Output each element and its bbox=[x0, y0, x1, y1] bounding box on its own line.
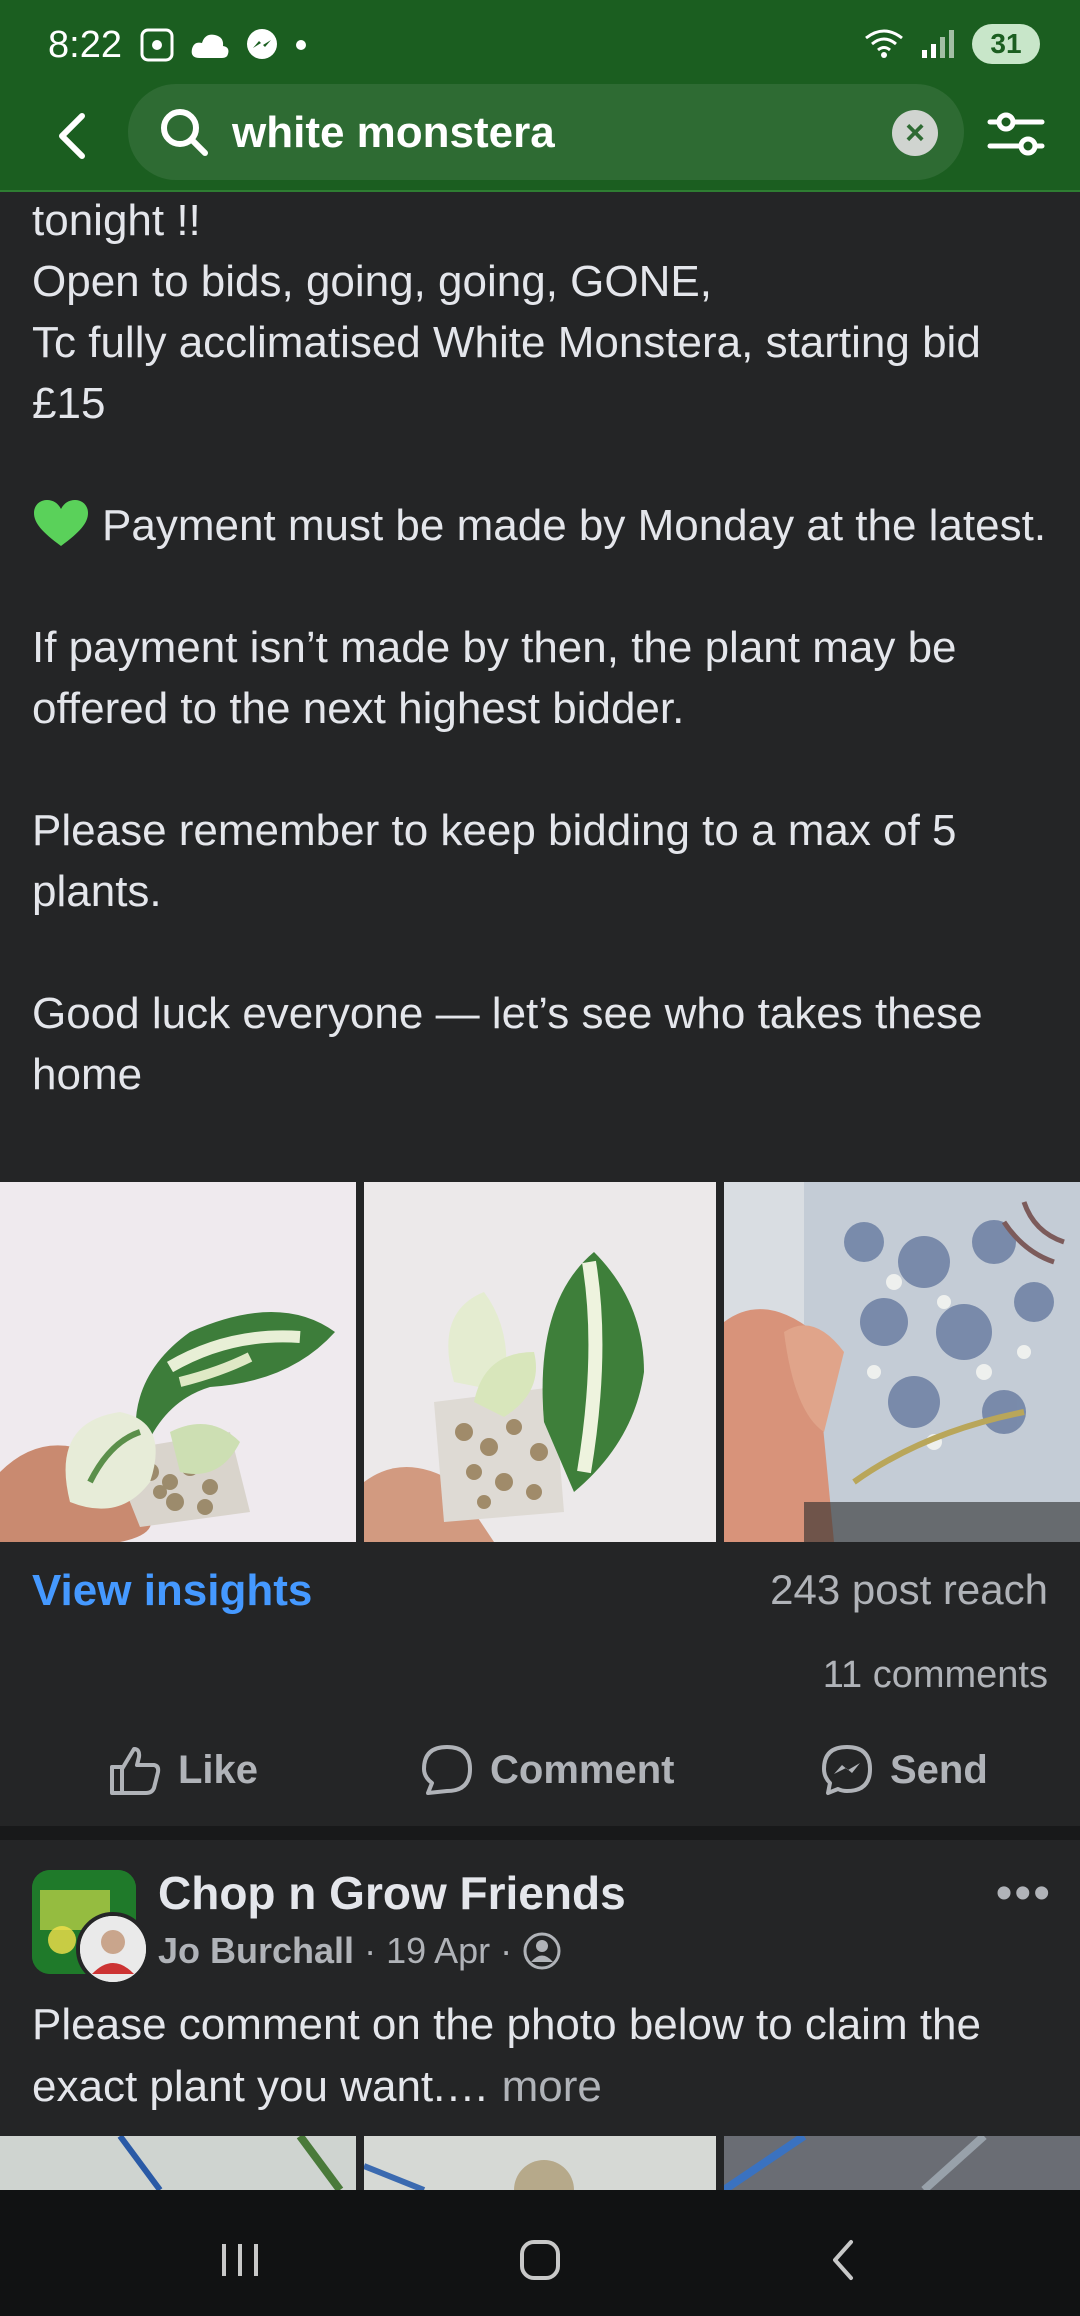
see-more-link[interactable]: more bbox=[502, 2062, 602, 2111]
post-actions: Like Comment Send bbox=[0, 1730, 1080, 1810]
post-photo[interactable] bbox=[0, 1182, 356, 1542]
post-divider bbox=[0, 1826, 1080, 1840]
messenger-icon bbox=[247, 29, 277, 59]
signal-icon bbox=[922, 30, 954, 58]
battery-indicator: 31 bbox=[972, 24, 1040, 64]
next-post-photo[interactable] bbox=[362, 2136, 716, 2220]
post-line: Open to bids, going, going, GONE, bbox=[32, 257, 712, 306]
more-options-icon[interactable]: ••• bbox=[996, 1866, 1052, 1921]
wifi-icon bbox=[865, 29, 903, 58]
search-icon bbox=[161, 109, 208, 156]
messenger-send-icon bbox=[822, 1745, 872, 1795]
user-avatar[interactable] bbox=[76, 1912, 150, 1986]
dot-icon bbox=[296, 40, 306, 50]
like-button[interactable]: Like bbox=[108, 1738, 258, 1802]
post-meta: Jo Burchall · 19 Apr · bbox=[158, 1930, 562, 1972]
comment-button[interactable]: Comment bbox=[420, 1738, 674, 1802]
next-post-photo[interactable] bbox=[0, 2133, 356, 2193]
next-post-body: Please comment on the photo below to cla… bbox=[32, 1994, 1048, 2118]
back-arrow-icon[interactable] bbox=[44, 106, 104, 166]
post-line: Good luck everyone — let’s see who takes… bbox=[32, 989, 983, 1099]
members-privacy-icon bbox=[523, 1932, 561, 1970]
view-insights-link[interactable]: View insights bbox=[32, 1566, 312, 1616]
comment-label: Comment bbox=[490, 1747, 675, 1792]
home-icon[interactable] bbox=[510, 2230, 570, 2290]
status-bar: 8:22 31 bbox=[0, 0, 1080, 90]
post-date[interactable]: 19 Apr bbox=[386, 1930, 490, 1972]
green-heart-icon bbox=[34, 500, 88, 546]
group-name[interactable]: Chop n Grow Friends bbox=[158, 1866, 626, 1920]
comments-count[interactable]: 11 comments bbox=[823, 1654, 1048, 1697]
recent-apps-icon[interactable] bbox=[210, 2230, 270, 2290]
post-line: Tc fully acclimatised White Monstera, st… bbox=[32, 318, 981, 428]
system-status: 31 bbox=[864, 24, 1040, 64]
post-body: tonight !! Open to bids, going, going, G… bbox=[32, 190, 1048, 1105]
post-line: If payment isn’t made by then, the plant… bbox=[32, 623, 957, 733]
post-photos bbox=[0, 1182, 1080, 1542]
clear-search-icon[interactable]: × bbox=[892, 110, 938, 156]
back-nav-icon[interactable] bbox=[815, 2230, 875, 2290]
meta-separator: · bbox=[364, 1930, 377, 1971]
next-post-photo[interactable] bbox=[721, 2132, 1080, 2194]
post-photo[interactable] bbox=[364, 1182, 716, 1542]
screenshot-icon bbox=[140, 28, 174, 62]
notification-icons bbox=[138, 26, 308, 64]
cloud-icon bbox=[191, 34, 229, 58]
next-post-photos bbox=[0, 2132, 1080, 2220]
filter-icon[interactable] bbox=[984, 104, 1048, 164]
like-label: Like bbox=[178, 1747, 259, 1792]
post-line: Payment must be made by Monday at the la… bbox=[32, 495, 1048, 556]
status-time: 8:22 bbox=[48, 24, 122, 66]
meta-separator: · bbox=[500, 1930, 513, 1971]
thumbs-up-icon bbox=[110, 1747, 161, 1795]
post-photo[interactable] bbox=[724, 1182, 1080, 1542]
author-name[interactable]: Jo Burchall bbox=[158, 1930, 354, 1972]
post-reach: 243 post reach bbox=[770, 1566, 1048, 1613]
send-label: Send bbox=[890, 1747, 988, 1792]
post-line: tonight !! bbox=[32, 196, 201, 245]
search-field[interactable]: white monstera × bbox=[128, 84, 964, 180]
search-query[interactable]: white monstera bbox=[232, 108, 555, 158]
send-button[interactable]: Send bbox=[820, 1738, 988, 1802]
system-nav-bar bbox=[0, 2190, 1080, 2316]
post-line: Please remember to keep bidding to a max… bbox=[32, 806, 957, 916]
app-header: 8:22 31 white monstera × bbox=[0, 0, 1080, 192]
comment-bubble-icon bbox=[422, 1745, 472, 1795]
